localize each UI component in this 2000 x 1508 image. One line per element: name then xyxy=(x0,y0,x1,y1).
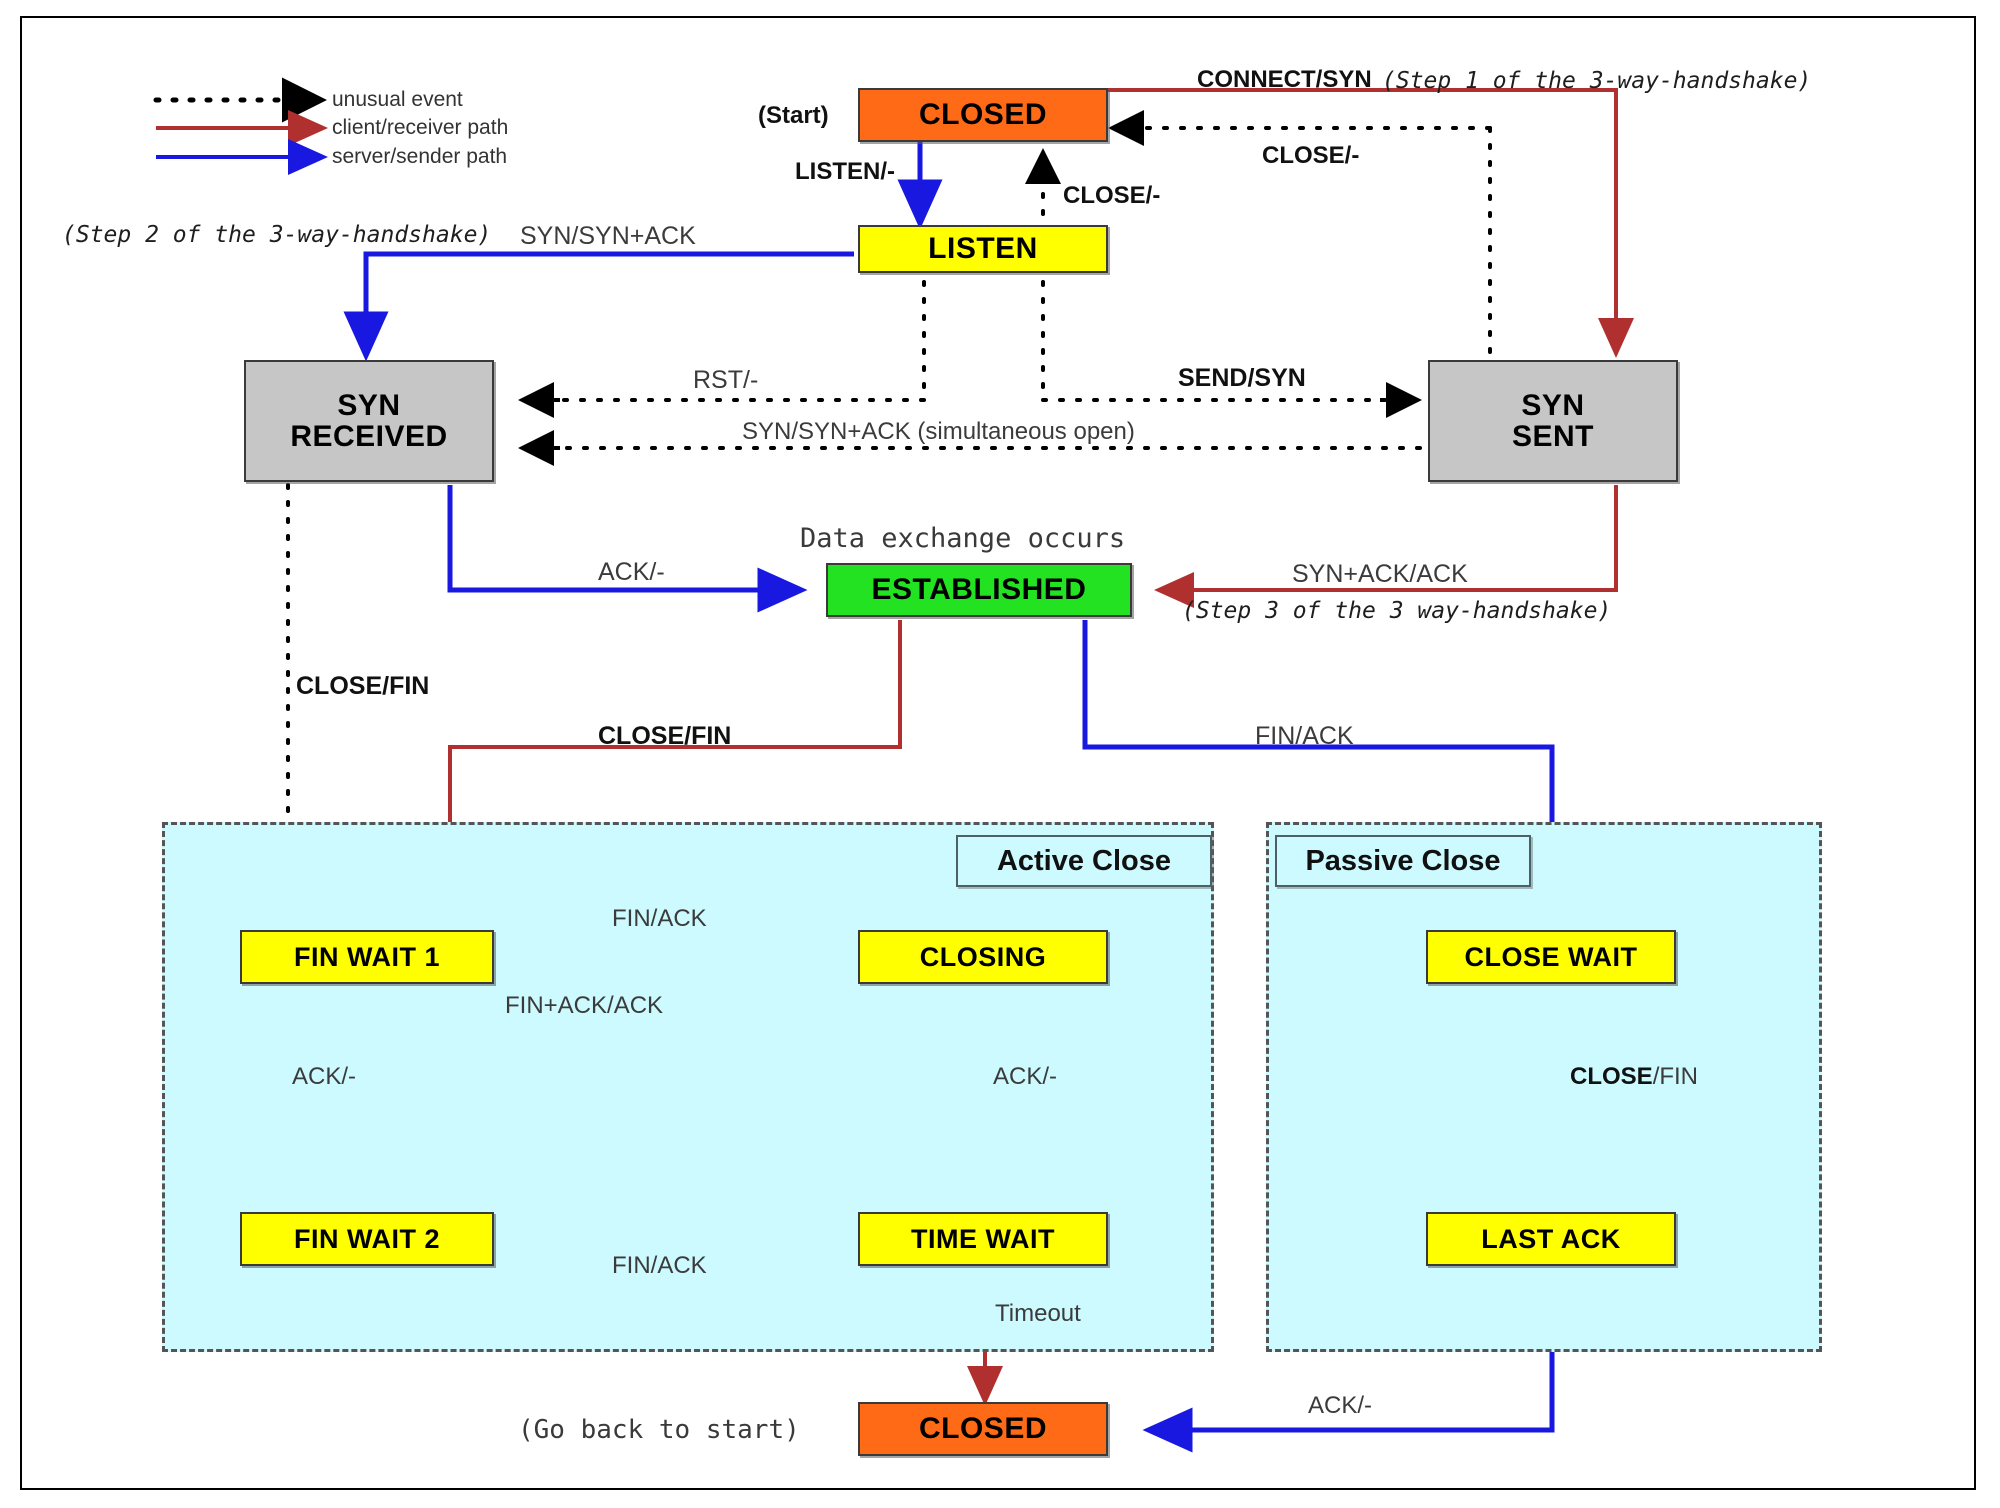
state-closed-bottom[interactable]: CLOSED xyxy=(858,1402,1108,1456)
step2-annotation: (Step 2 of the 3-way-handshake) xyxy=(62,222,492,248)
legend-label-client-path: client/receiver path xyxy=(332,116,509,139)
label-syn-synack-step2: SYN/SYN+ACK xyxy=(520,222,696,250)
passive-close-region xyxy=(1266,822,1822,1352)
label-fin-ack-right: FIN/ACK xyxy=(1255,722,1354,750)
label-close-dash-right: CLOSE/- xyxy=(1262,142,1360,169)
label-ack-dash-closed: ACK/- xyxy=(1308,1392,1373,1419)
label-simultaneous-open: SYN/SYN+ACK (simultaneous open) xyxy=(742,418,1135,445)
label-ack-dash-established: ACK/- xyxy=(598,558,665,586)
data-exchange-annotation: Data exchange occurs xyxy=(800,523,1126,554)
state-syn-received[interactable]: SYN RECEIVED xyxy=(244,360,494,482)
label-fin-ack-ack: FIN+ACK/ACK xyxy=(505,992,664,1019)
label-fin-ack-timewait: FIN/ACK xyxy=(612,1252,707,1279)
state-syn-received-line2: RECEIVED xyxy=(290,420,448,453)
state-syn-sent-line2: SENT xyxy=(1511,420,1594,453)
label-rst-dash: RST/- xyxy=(693,366,759,394)
label-close-fin-mid: CLOSE/FIN xyxy=(598,722,732,750)
state-close-wait[interactable]: CLOSE WAIT xyxy=(1426,930,1676,984)
go-back-annotation: (Go back to start) xyxy=(518,1415,800,1445)
state-time-wait[interactable]: TIME WAIT xyxy=(858,1212,1108,1266)
edge-syn-synack-step2 xyxy=(343,251,854,362)
label-send-syn: SEND/SYN xyxy=(1178,364,1306,392)
label-close-fin-lastack-bold: CLOSE xyxy=(1570,1063,1653,1090)
label-close-fin-lastack-rest: /FIN xyxy=(1652,1063,1699,1090)
state-syn-sent[interactable]: SYN SENT xyxy=(1428,360,1678,482)
start-annotation: (Start) xyxy=(758,102,829,129)
passive-close-title: Passive Close xyxy=(1275,835,1531,887)
label-listen-dash: LISTEN/- xyxy=(795,158,895,185)
active-close-title: Active Close xyxy=(956,835,1212,887)
state-closing[interactable]: CLOSING xyxy=(858,930,1108,984)
label-close-fin-left: CLOSE/FIN xyxy=(296,672,430,700)
label-timeout: Timeout xyxy=(995,1300,1081,1327)
label-connect-syn: CONNECT/SYN xyxy=(1197,66,1372,93)
state-closed-top[interactable]: CLOSED xyxy=(858,88,1108,142)
label-ack-dash-closing: ACK/- xyxy=(993,1063,1058,1090)
state-syn-sent-line1: SYN xyxy=(1521,388,1585,422)
label-close-fin-lastack: CLOSE/FIN xyxy=(1570,1063,1698,1091)
state-listen[interactable]: LISTEN xyxy=(858,225,1108,273)
label-ack-dash-finwait2: ACK/- xyxy=(292,1063,357,1090)
label-synack-ack: SYN+ACK/ACK xyxy=(1292,560,1468,588)
state-fin-wait-1[interactable]: FIN WAIT 1 xyxy=(240,930,494,984)
legend-label-server-path: server/sender path xyxy=(332,145,508,168)
label-close-dash-up: CLOSE/- xyxy=(1063,182,1161,209)
legend-label-unusual-event: unusual event xyxy=(332,88,463,111)
state-last-ack[interactable]: LAST ACK xyxy=(1426,1212,1676,1266)
state-syn-received-line1: SYN xyxy=(337,388,401,422)
label-fin-ack-closing: FIN/ACK xyxy=(612,905,707,932)
step3-annotation: (Step 3 of the 3 way-handshake) xyxy=(1182,598,1612,624)
step1-annotation: (Step 1 of the 3-way-handshake) xyxy=(1382,68,1812,94)
tcp-state-diagram-page: unusual event client/receiver path serve… xyxy=(0,0,2000,1508)
state-established[interactable]: ESTABLISHED xyxy=(826,563,1132,617)
state-fin-wait-2[interactable]: FIN WAIT 2 xyxy=(240,1212,494,1266)
